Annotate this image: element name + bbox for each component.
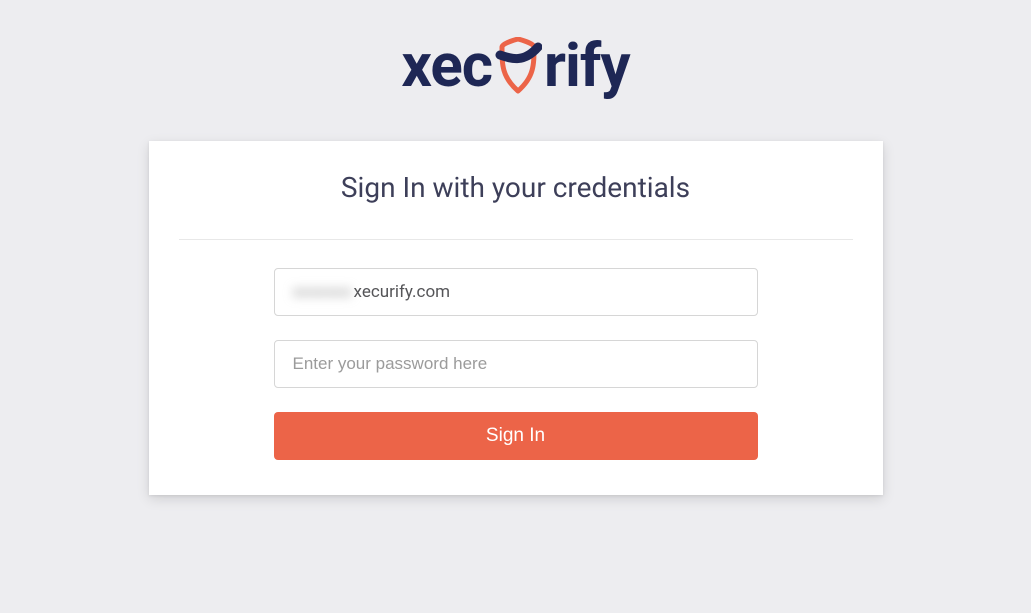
signin-form: xxxxxxx xecurify.com Sign In — [149, 268, 883, 460]
signin-button[interactable]: Sign In — [274, 412, 758, 460]
brand-text-left: xec — [401, 30, 492, 101]
shield-icon — [494, 37, 542, 95]
brand-logo: xec rify — [401, 30, 629, 101]
email-redacted-prefix: xxxxxxx — [293, 282, 352, 302]
divider — [179, 239, 853, 240]
signin-card: Sign In with your credentials xxxxxxx xe… — [149, 141, 883, 495]
password-field[interactable] — [274, 340, 758, 388]
brand-text-right: rify — [544, 30, 630, 101]
email-domain: xecurify.com — [354, 282, 451, 302]
card-title: Sign In with your credentials — [149, 171, 883, 204]
email-field[interactable]: xxxxxxx xecurify.com — [274, 268, 758, 316]
